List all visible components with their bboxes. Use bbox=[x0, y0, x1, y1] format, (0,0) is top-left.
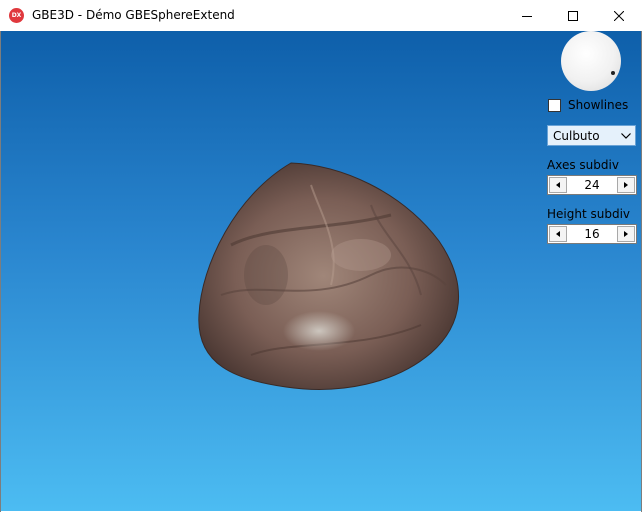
height-subdiv-decrement-button[interactable] bbox=[549, 226, 567, 242]
axes-subdiv-label: Axes subdiv bbox=[547, 158, 619, 172]
close-icon bbox=[614, 10, 624, 21]
arrow-right-icon bbox=[624, 182, 628, 188]
axes-subdiv-stepper[interactable]: 24 bbox=[547, 175, 637, 195]
mode-select[interactable]: Culbuto bbox=[547, 125, 636, 146]
showlines-toggle[interactable]: Showlines bbox=[548, 98, 628, 112]
minimize-icon bbox=[522, 15, 532, 17]
height-subdiv-increment-button[interactable] bbox=[617, 226, 635, 242]
axes-subdiv-increment-button[interactable] bbox=[617, 177, 635, 193]
arrow-left-icon bbox=[556, 182, 560, 188]
trackball-marker bbox=[611, 71, 615, 75]
maximize-button[interactable] bbox=[550, 0, 596, 31]
chevron-down-icon bbox=[617, 132, 635, 139]
axes-subdiv-value[interactable]: 24 bbox=[568, 178, 616, 192]
arrow-left-icon bbox=[556, 231, 560, 237]
app-icon: DX bbox=[9, 8, 24, 23]
window-title: GBE3D - Démo GBESphereExtend bbox=[32, 8, 235, 22]
showlines-label: Showlines bbox=[568, 98, 629, 112]
height-subdiv-label: Height subdiv bbox=[547, 207, 631, 221]
minimize-button[interactable] bbox=[504, 0, 550, 31]
axes-subdiv-decrement-button[interactable] bbox=[549, 177, 567, 193]
height-subdiv-stepper[interactable]: 16 bbox=[547, 224, 637, 244]
rotation-trackball[interactable] bbox=[561, 31, 621, 91]
arrow-right-icon bbox=[624, 231, 628, 237]
title-bar[interactable]: DX GBE3D - Démo GBESphereExtend bbox=[0, 0, 642, 31]
rock-sphere-mesh bbox=[198, 162, 459, 390]
mode-select-value: Culbuto bbox=[553, 128, 600, 143]
maximize-icon bbox=[568, 10, 578, 21]
height-subdiv-value[interactable]: 16 bbox=[568, 227, 616, 241]
close-button[interactable] bbox=[596, 0, 642, 31]
showlines-checkbox[interactable] bbox=[548, 98, 561, 112]
scene-viewport[interactable]: Showlines Culbuto Axes subdiv 24 Height … bbox=[1, 31, 641, 511]
